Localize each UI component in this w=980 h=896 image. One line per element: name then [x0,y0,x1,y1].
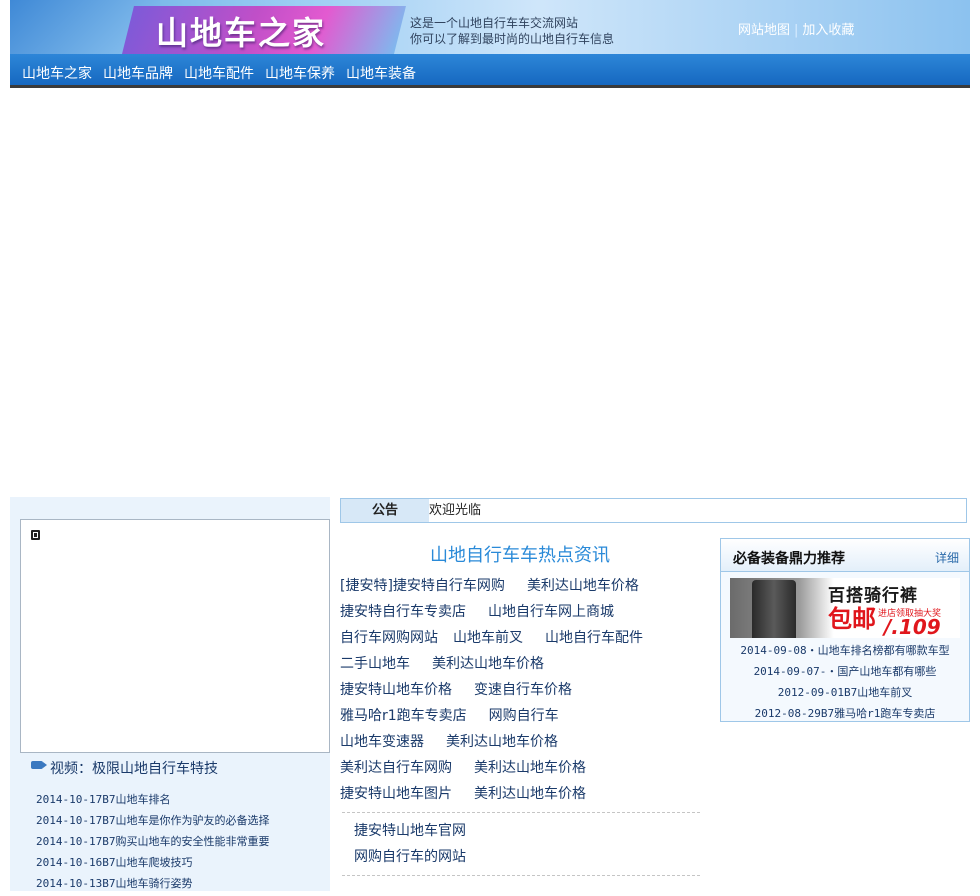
recommend-list: 2014-09-08・山地车排名榜都有哪款车型 2014-09-07-・国产山地… [721,642,969,726]
news-link[interactable]: 变速自行车价格 [474,682,572,698]
news-link[interactable]: 美利达山地车价格 [446,734,558,750]
header-links: 网站地图 | 加入收藏 [738,19,854,38]
hot-news-links: [捷安特]捷安特自行车网购 美利达山地车价格 捷安特自行车专卖店 山地自行车网上商城… [340,575,665,809]
site-logo[interactable]: 山地车之家 [156,8,326,54]
bottom-link[interactable]: 捷安特山地车官网 [354,820,466,846]
tagline-line-1: 这是一个山地自行车车交流网站 [410,16,579,30]
banner-price: /.109元 [884,615,941,638]
news-link[interactable]: 雅马哈r1跑车专卖店 [340,708,467,724]
news-link[interactable]: 山地车前叉 [453,630,523,646]
notice-text: 欢迎光临 [429,503,482,518]
bottom-links: 捷安特山地车官网 网购自行车的网站 [354,820,466,872]
pants-ad-banner[interactable]: 百搭骑行裤 包邮 进店领取抽大奖 /.109元 [730,578,960,638]
link-row: 捷安特自行车专卖店 山地自行车网上商城 [340,601,665,627]
add-favorite-link[interactable]: 加入收藏 [802,23,854,38]
news-link[interactable]: 美利达山地车价格 [474,760,586,776]
list-item[interactable]: 2012-08-29B7雅马哈r1跑车专卖店 [721,705,969,726]
divider [342,812,700,813]
video-camera-icon [31,761,47,769]
hot-news-title: 山地自行车车热点资讯 [430,545,610,566]
news-link[interactable]: 美利达山地车价格 [527,578,639,594]
banner-free-shipping: 包邮 [828,605,876,633]
news-link[interactable]: 山地自行车配件 [545,630,643,646]
pants-image [752,580,796,638]
nav-item-parts[interactable]: 山地车配件 [184,63,254,83]
video-placeholder-icon [31,530,40,540]
recommend-header: 必备装备鼎力推荐 详细 [721,539,969,572]
left-news-list: 2014-10-17B7山地车排名 2014-10-17B7山地车是你作为驴友的… [36,791,269,896]
divider [342,875,700,876]
list-item[interactable]: 2014-10-17B7山地车是你作为驴友的必备选择 [36,812,269,833]
nav-item-home[interactable]: 山地车之家 [22,63,92,83]
link-row: 雅马哈r1跑车专卖店 网购自行车 [340,705,665,731]
bottom-link[interactable]: 网购自行车的网站 [354,846,466,872]
list-item[interactable]: 2014-10-13B7山地车骑行姿势 [36,875,269,896]
video-caption-text: 视频：极限山地自行车特技 [50,761,218,777]
news-link[interactable]: 美利达山地车价格 [432,656,544,672]
link-row: 山地车变速器 美利达山地车价格 [340,731,665,757]
site-tagline: 这是一个山地自行车车交流网站 你可以了解到最时尚的山地自行车信息 [410,15,614,47]
list-item[interactable]: 2012-09-01B7山地车前叉 [721,684,969,705]
link-row: 美利达自行车网购 美利达山地车价格 [340,757,665,783]
list-item[interactable]: 2014-10-16B7山地车爬坡技巧 [36,854,269,875]
recommend-more-link[interactable]: 详细 [935,549,959,566]
header-link-separator: | [794,23,799,38]
main-nav: 山地车之家 山地车品牌 山地车配件 山地车保养 山地车装备 [10,54,970,88]
site-header: 山地车之家 这是一个山地自行车车交流网站 你可以了解到最时尚的山地自行车信息 网… [10,0,970,54]
news-link[interactable]: 美利达山地车价格 [474,786,586,802]
recommend-box: 必备装备鼎力推荐 详细 百搭骑行裤 包邮 进店领取抽大奖 /.109元 2014… [720,538,970,722]
sitemap-link[interactable]: 网站地图 [738,23,790,38]
news-link[interactable]: [捷安特]捷安特自行车网购 [340,578,505,594]
list-item[interactable]: 2014-09-07-・国产山地车都有哪些 [721,663,969,684]
link-row: 自行车网购网站 山地车前叉 山地自行车配件 [340,627,665,653]
tagline-line-2: 你可以了解到最时尚的山地自行车信息 [410,32,615,46]
link-row: 捷安特山地车图片 美利达山地车价格 [340,783,665,809]
news-link[interactable]: 捷安特山地车价格 [340,682,452,698]
video-player[interactable] [20,519,330,753]
news-link[interactable]: 自行车网购网站 [340,630,438,646]
nav-item-brands[interactable]: 山地车品牌 [103,63,173,83]
nav-item-equipment[interactable]: 山地车装备 [346,63,416,83]
news-link[interactable]: 美利达自行车网购 [340,760,452,776]
list-item[interactable]: 2014-10-17B7山地车排名 [36,791,269,812]
list-item[interactable]: 2014-10-17B7购买山地车的安全性能非常重要 [36,833,269,854]
news-link[interactable]: 山地自行车网上商城 [488,604,614,620]
news-link[interactable]: 捷安特自行车专卖店 [340,604,466,620]
news-link[interactable]: 捷安特山地车图片 [340,786,452,802]
news-link[interactable]: 山地车变速器 [340,734,424,750]
link-row: 二手山地车 美利达山地车价格 [340,653,665,679]
notice-label: 公告 [341,499,429,522]
recommend-title: 必备装备鼎力推荐 [733,551,845,567]
list-item[interactable]: 2014-09-08・山地车排名榜都有哪款车型 [721,642,969,663]
link-row: [捷安特]捷安特自行车网购 美利达山地车价格 [340,575,665,601]
notice-bar: 公告 欢迎光临 [340,498,967,523]
nav-item-maintenance[interactable]: 山地车保养 [265,63,335,83]
news-link[interactable]: 二手山地车 [340,656,410,672]
news-link[interactable]: 网购自行车 [489,708,559,724]
link-row: 捷安特山地车价格 变速自行车价格 [340,679,665,705]
